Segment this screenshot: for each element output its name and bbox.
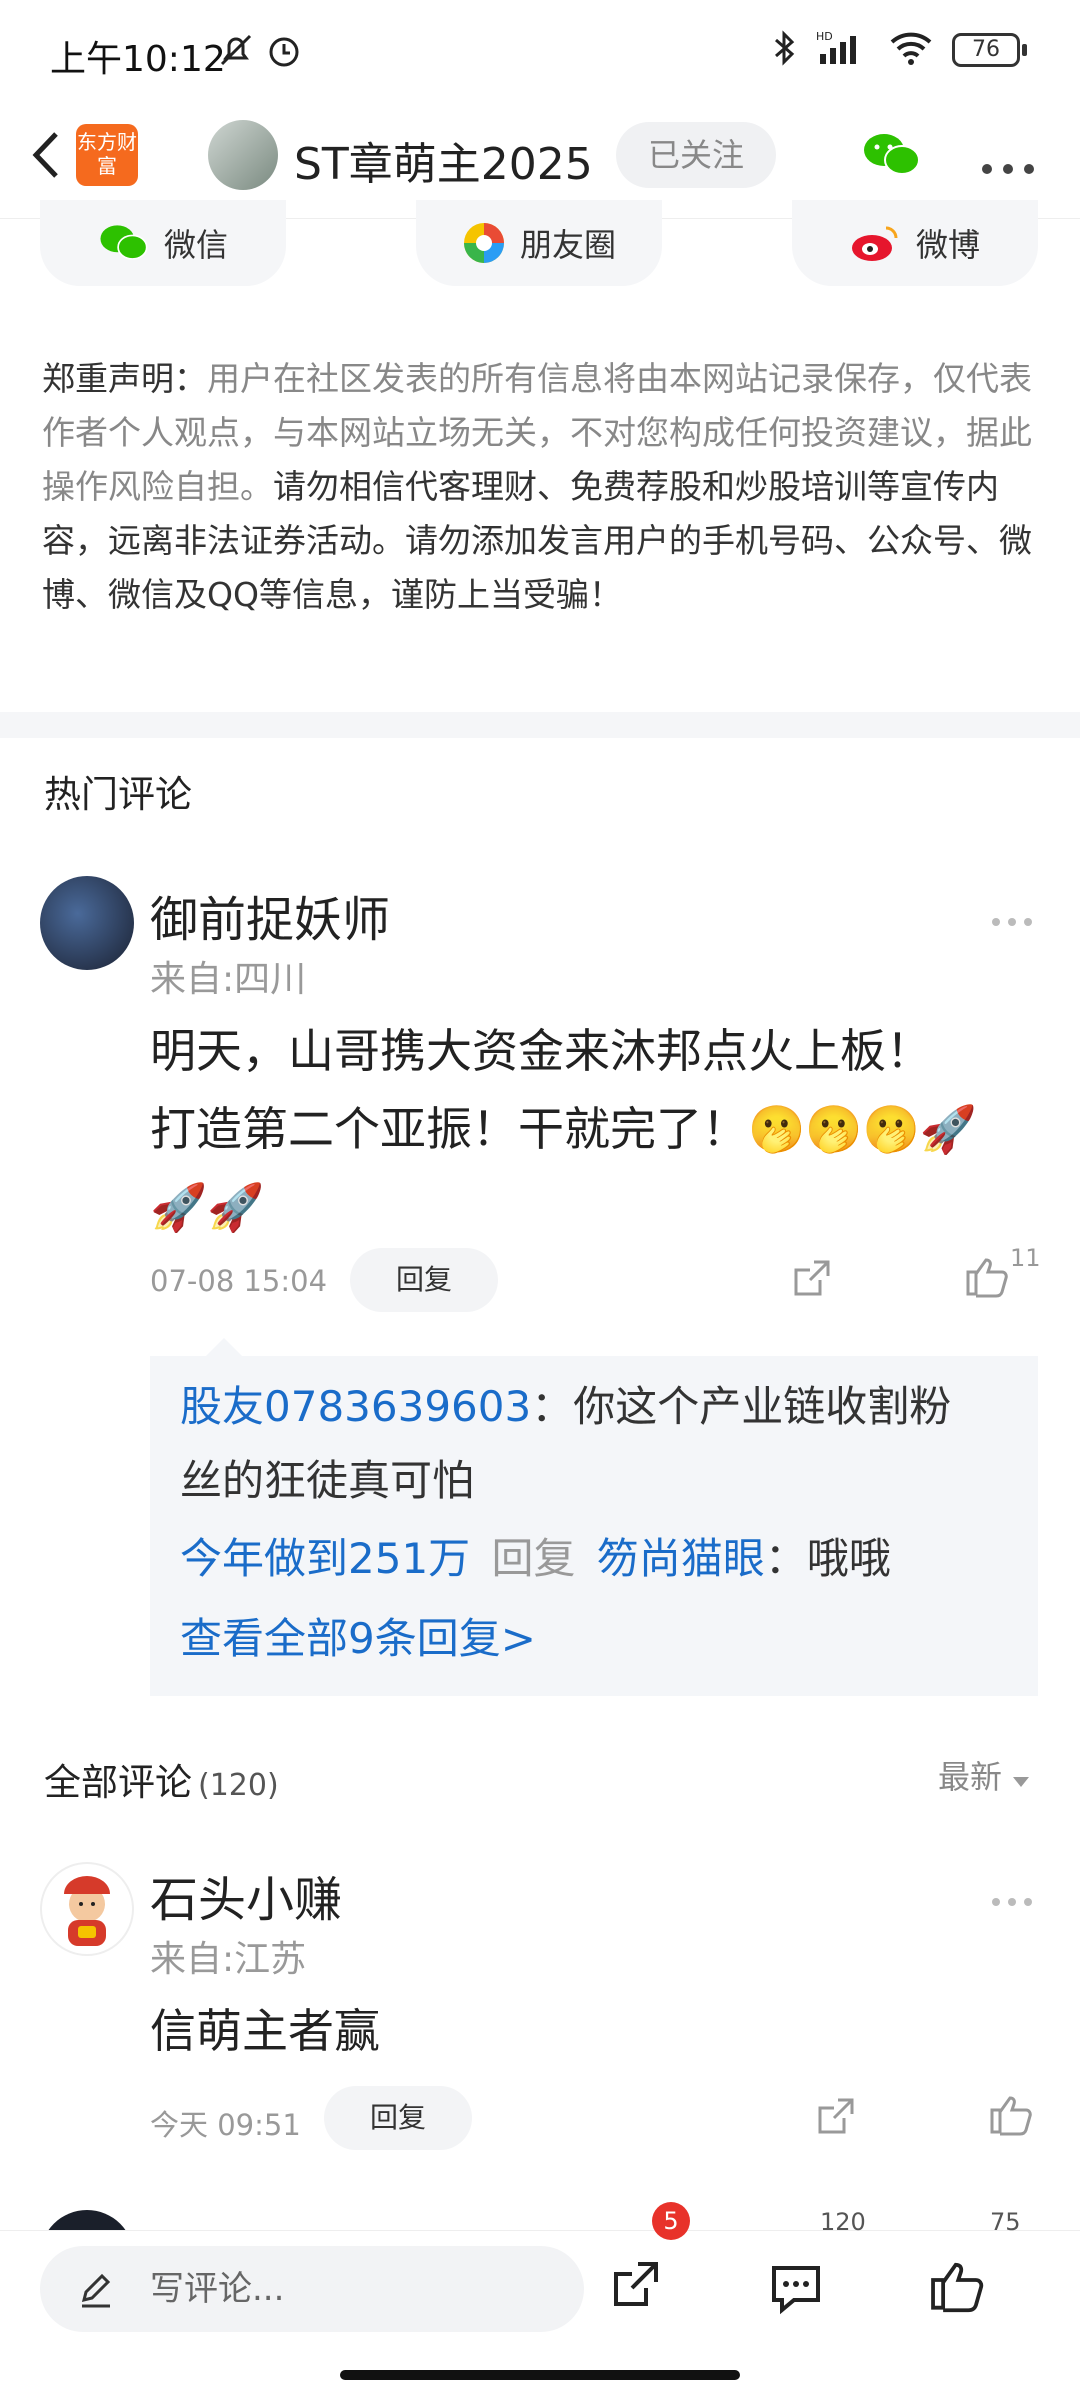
all-comments-count: (120) (198, 1768, 279, 1803)
hot-comments-title: 热门评论 (44, 773, 192, 816)
sort-dropdown[interactable]: 最新 (938, 1752, 1030, 1798)
signal-icon: HD (816, 28, 870, 72)
share-comment-icon[interactable] (790, 1256, 834, 1304)
app-logo[interactable]: 东方财富 (76, 124, 138, 186)
caret-down-icon (1013, 1777, 1030, 1787)
back-button[interactable] (22, 120, 82, 190)
like-post-count: 75 (990, 2208, 1021, 2236)
view-all-replies-link[interactable]: 查看全部9条回复> (180, 1602, 536, 1676)
share-weibo-button[interactable]: 微博 (792, 200, 1038, 286)
reply-preview-box: 股友0783639603：你这个产业链收割粉 丝的狂徒真可怕 今年做到251万 回… (150, 1356, 1038, 1696)
commenter-name[interactable]: 石头小赚 (150, 1860, 342, 1930)
status-bar: 上午10:12 HD 76 (0, 0, 1080, 108)
wifi-icon (888, 28, 934, 72)
reply-item-2[interactable]: 今年做到251万 回复 笏尚猫眼：哦哦 (180, 1522, 1030, 1596)
emoji-group-2: 🚀🚀 (150, 1180, 265, 1234)
battery-indicator: 76 (952, 33, 1027, 67)
moments-icon (463, 223, 504, 263)
reply-target[interactable]: 笏尚猫眼 (597, 1534, 765, 1583)
thumbs-up-icon (931, 2262, 984, 2313)
reply-button[interactable]: 回复 (350, 1248, 498, 1312)
commenter-name[interactable]: 御前捉妖师 (150, 880, 390, 950)
emoji-group-1: 🫢🫢🫢🚀 (748, 1102, 978, 1156)
more-options-button[interactable] (980, 140, 1036, 186)
share-post-button[interactable] (608, 2256, 664, 2316)
share-badge: 5 (652, 2202, 690, 2240)
disclaimer: 郑重声明：用户在社区发表的所有信息将由本网站记录保存，仅代表作者个人观点，与本网… (42, 352, 1042, 622)
comments-button[interactable] (768, 2260, 824, 2320)
weibo-icon (851, 226, 898, 261)
share-wechat-button[interactable]: 微信 (40, 200, 286, 286)
share-moments-label: 朋友圈 (519, 226, 616, 264)
reply-user-2[interactable]: 今年做到251万 (180, 1534, 470, 1583)
like-icon[interactable] (988, 2092, 1034, 2140)
share-moments-button[interactable]: 朋友圈 (416, 200, 662, 286)
comment-text: 明天，山哥携大资金来沐邦点火上板！ 打造第二个亚振！干就完了！🫢🫢🫢🚀 🚀🚀 (150, 1012, 1030, 1246)
comment-text: 信萌主者赢 (150, 2004, 380, 2058)
author-name[interactable]: ST章萌主2025 (294, 128, 593, 192)
pencil-icon (76, 2270, 116, 2314)
mute-icon (216, 30, 256, 74)
share-wechat-label: 微信 (163, 226, 228, 264)
like-count: 11 (1010, 1244, 1041, 1272)
svg-text:HD: HD (816, 30, 833, 43)
commenter-avatar[interactable] (40, 1862, 134, 1956)
reply-item-1[interactable]: 股友0783639603：你这个产业链收割粉 丝的狂徒真可怕 (180, 1370, 1030, 1518)
follow-button[interactable]: 已关注 (616, 122, 776, 188)
comment-line-1: 明天，山哥携大资金来沐邦点火上板！ (150, 1024, 932, 1078)
bluetooth-icon (772, 28, 798, 72)
reply-box-pointer (204, 1338, 244, 1358)
comment-line-2: 打造第二个亚振！干就完了！🫢🫢🫢🚀 (150, 1102, 978, 1156)
all-comments-title: 全部评论 (120) (44, 1761, 279, 1804)
like-post-button[interactable] (928, 2256, 986, 2318)
chevron-left-icon (32, 132, 58, 178)
comment-more-button[interactable] (990, 1876, 1034, 1917)
author-avatar[interactable] (208, 120, 278, 190)
section-divider (0, 712, 1080, 738)
wechat-share-icon[interactable] (862, 130, 922, 184)
status-time: 上午10:12 (50, 39, 226, 80)
reply-user-1[interactable]: 股友0783639603 (180, 1382, 531, 1431)
status-right: HD 76 (772, 28, 1027, 72)
reply-connector: 回复 (491, 1534, 576, 1583)
like-icon[interactable] (964, 1254, 1010, 1302)
home-indicator[interactable] (340, 2370, 740, 2380)
reply-button[interactable]: 回复 (324, 2086, 472, 2150)
comment-time: 07-08 15:04 (150, 1264, 328, 1298)
write-comment-input[interactable]: 写评论... (40, 2246, 584, 2332)
wechat-icon (100, 225, 148, 260)
commenter-avatar[interactable] (40, 876, 134, 970)
share-icon (614, 2262, 658, 2306)
commenter-location: 来自:江苏 (150, 1939, 307, 1980)
comment-time: 今天 09:51 (150, 2108, 301, 2142)
comment-more-button[interactable] (990, 896, 1034, 937)
alarm-icon (264, 30, 304, 74)
share-weibo-label: 微博 (915, 226, 980, 264)
comment-count: 120 (820, 2208, 866, 2236)
commenter-location: 来自:四川 (150, 959, 307, 1000)
disclaimer-title: 郑重声明： (42, 359, 207, 398)
share-comment-icon[interactable] (814, 2094, 858, 2142)
comment-icon (772, 2266, 820, 2315)
